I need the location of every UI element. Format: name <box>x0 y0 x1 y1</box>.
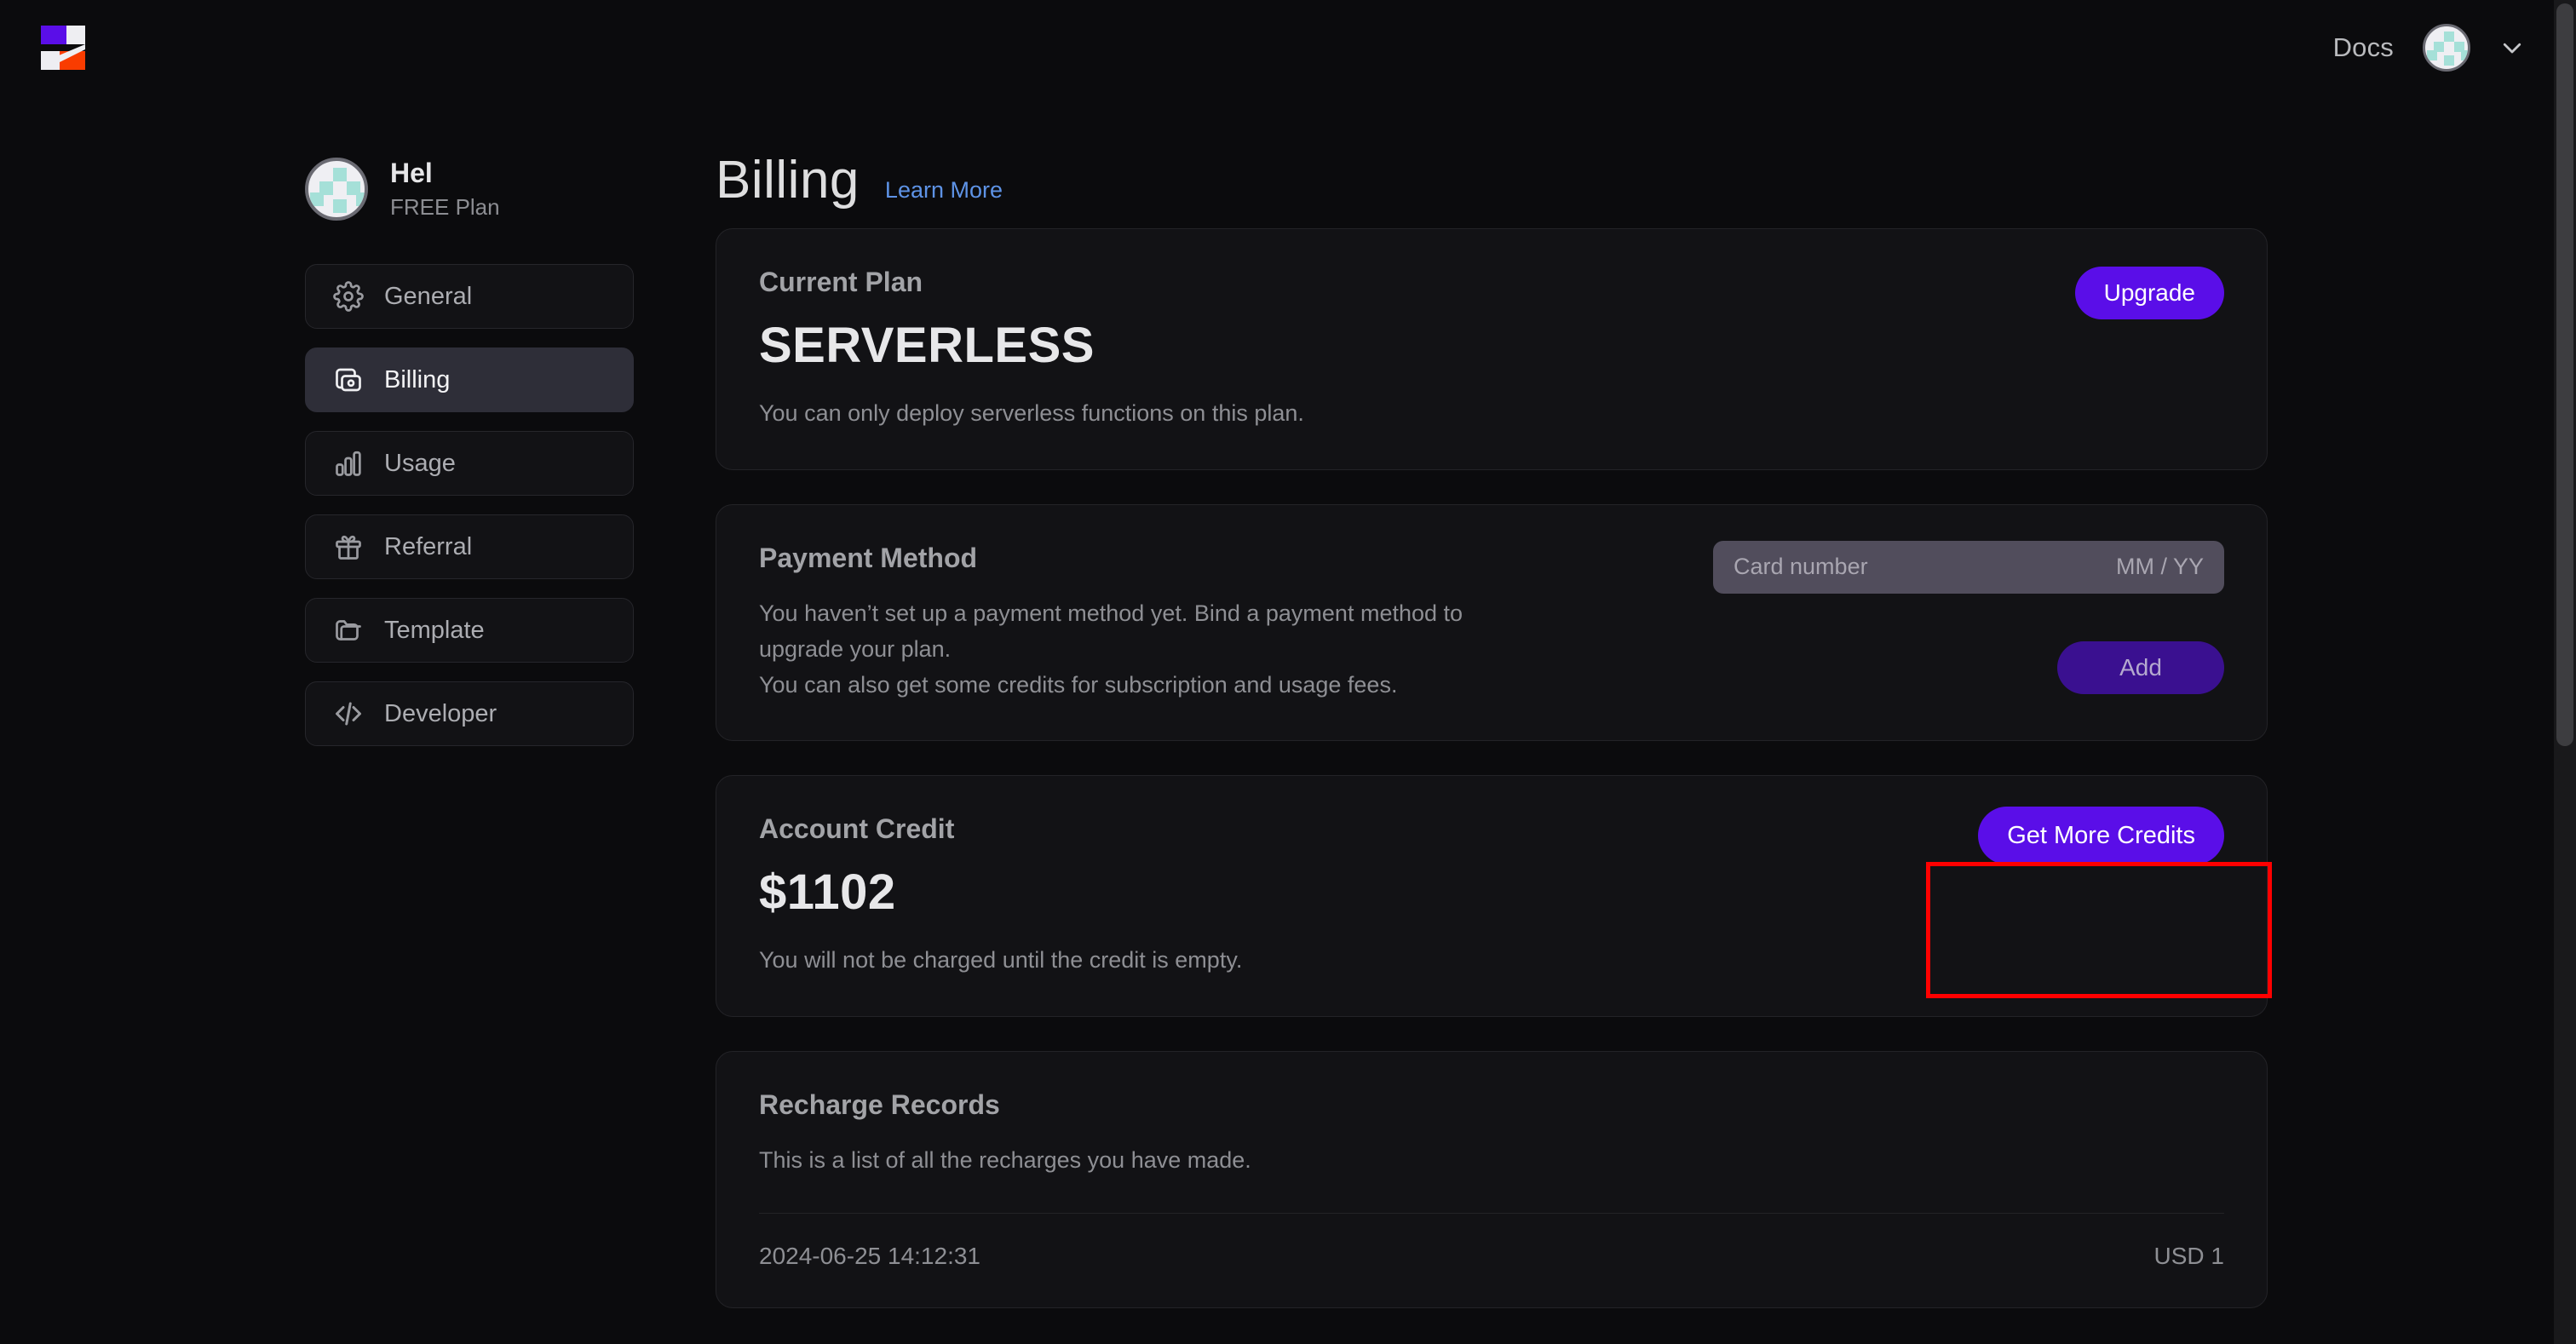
page-title: Billing <box>716 151 860 210</box>
sealos-logo[interactable] <box>41 26 94 70</box>
get-more-credits-button[interactable]: Get More Credits <box>1978 807 2224 865</box>
page-scrollbar-thumb[interactable] <box>2556 3 2573 746</box>
sidebar-item-usage[interactable]: Usage <box>305 431 634 496</box>
top-bar: Docs <box>0 0 2576 95</box>
recharge-record-date: 2024-06-25 14:12:31 <box>759 1243 980 1270</box>
folder-icon <box>336 620 361 640</box>
avatar-identicon <box>2425 26 2468 69</box>
sidebar-item-label: Developer <box>384 699 497 727</box>
sidebar-item-referral[interactable]: Referral <box>305 514 634 579</box>
sidebar-item-label: Template <box>384 616 485 644</box>
page-header: Billing Learn More <box>716 150 2268 228</box>
add-card-row: Add <box>1713 640 2224 694</box>
sidebar-item-template[interactable]: Template <box>305 598 634 663</box>
user-avatar[interactable] <box>2423 24 2470 72</box>
gift-icon <box>336 535 361 560</box>
gear-icon <box>333 281 364 312</box>
profile-plan: FREE Plan <box>390 194 500 220</box>
account-credit-amount: $1102 <box>759 864 896 921</box>
chevron-down-icon[interactable] <box>2499 35 2525 60</box>
settings-nav-list: General Billing Usage Referral Template … <box>305 264 634 746</box>
card-number-placeholder: Card number <box>1734 554 1868 580</box>
wallet-icon <box>336 368 361 392</box>
account-credit-description: You will not be charged until the credit… <box>759 947 1243 974</box>
account-credit-card: Account Credit $1102 You will not be cha… <box>716 775 2268 1018</box>
account-profile: Hel FREE Plan <box>305 150 634 228</box>
code-icon <box>336 702 361 726</box>
table-row: 2024-06-25 14:12:31 USD 1 <box>759 1213 2224 1270</box>
payment-method-card: Payment Method You haven’t set up a paym… <box>716 503 2268 742</box>
sidebar-item-general[interactable]: General <box>305 264 634 329</box>
current-plan-description: You can only deploy serverless functions… <box>759 400 1304 426</box>
top-bar-actions: Docs <box>2333 0 2525 95</box>
upgrade-button[interactable]: Upgrade <box>2074 267 2224 319</box>
sidebar-item-billing[interactable]: Billing <box>305 347 634 412</box>
get-more-credits-wrap: Get More Credits <box>1978 807 2224 865</box>
profile-avatar <box>305 158 368 221</box>
payment-method-form: Card number MM / YY Add <box>1713 540 2224 694</box>
profile-text: Hel FREE Plan <box>390 158 500 221</box>
sidebar-item-label: Billing <box>384 365 451 393</box>
page-scrollbar-track[interactable] <box>2554 0 2576 1344</box>
recharge-records-title: Recharge Records <box>759 1089 1000 1121</box>
learn-more-link[interactable]: Learn More <box>885 177 1003 204</box>
sidebar-item-label: General <box>384 282 473 310</box>
profile-name: Hel <box>390 158 433 188</box>
bar-chart-icon <box>336 451 361 476</box>
sidebar-item-label: Referral <box>384 532 473 560</box>
recharge-record-amount: USD 1 <box>2153 1243 2224 1270</box>
sidebar-item-developer[interactable]: Developer <box>305 681 634 746</box>
billing-main: Billing Learn More Current Plan SERVERLE… <box>716 150 2268 1309</box>
app-root: Docs Hel FREE Plan General Billing Usage… <box>0 0 2576 1344</box>
current-plan-name: SERVERLESS <box>759 318 1095 373</box>
sidebar-item-label: Usage <box>384 449 456 477</box>
card-expiry-placeholder: MM / YY <box>2115 554 2204 580</box>
docs-link[interactable]: Docs <box>2333 32 2394 63</box>
add-payment-button[interactable]: Add <box>2057 640 2224 694</box>
recharge-records-card: Recharge Records This is a list of all t… <box>716 1051 2268 1309</box>
card-number-input[interactable]: Card number MM / YY <box>1713 540 2224 594</box>
recharge-records-description: This is a list of all the recharges you … <box>759 1147 1251 1174</box>
settings-sidebar: Hel FREE Plan General Billing Usage Refe… <box>305 150 634 746</box>
profile-identicon <box>308 161 365 217</box>
current-plan-card: Current Plan SERVERLESS You can only dep… <box>716 228 2268 470</box>
current-plan-title: Current Plan <box>759 267 923 297</box>
